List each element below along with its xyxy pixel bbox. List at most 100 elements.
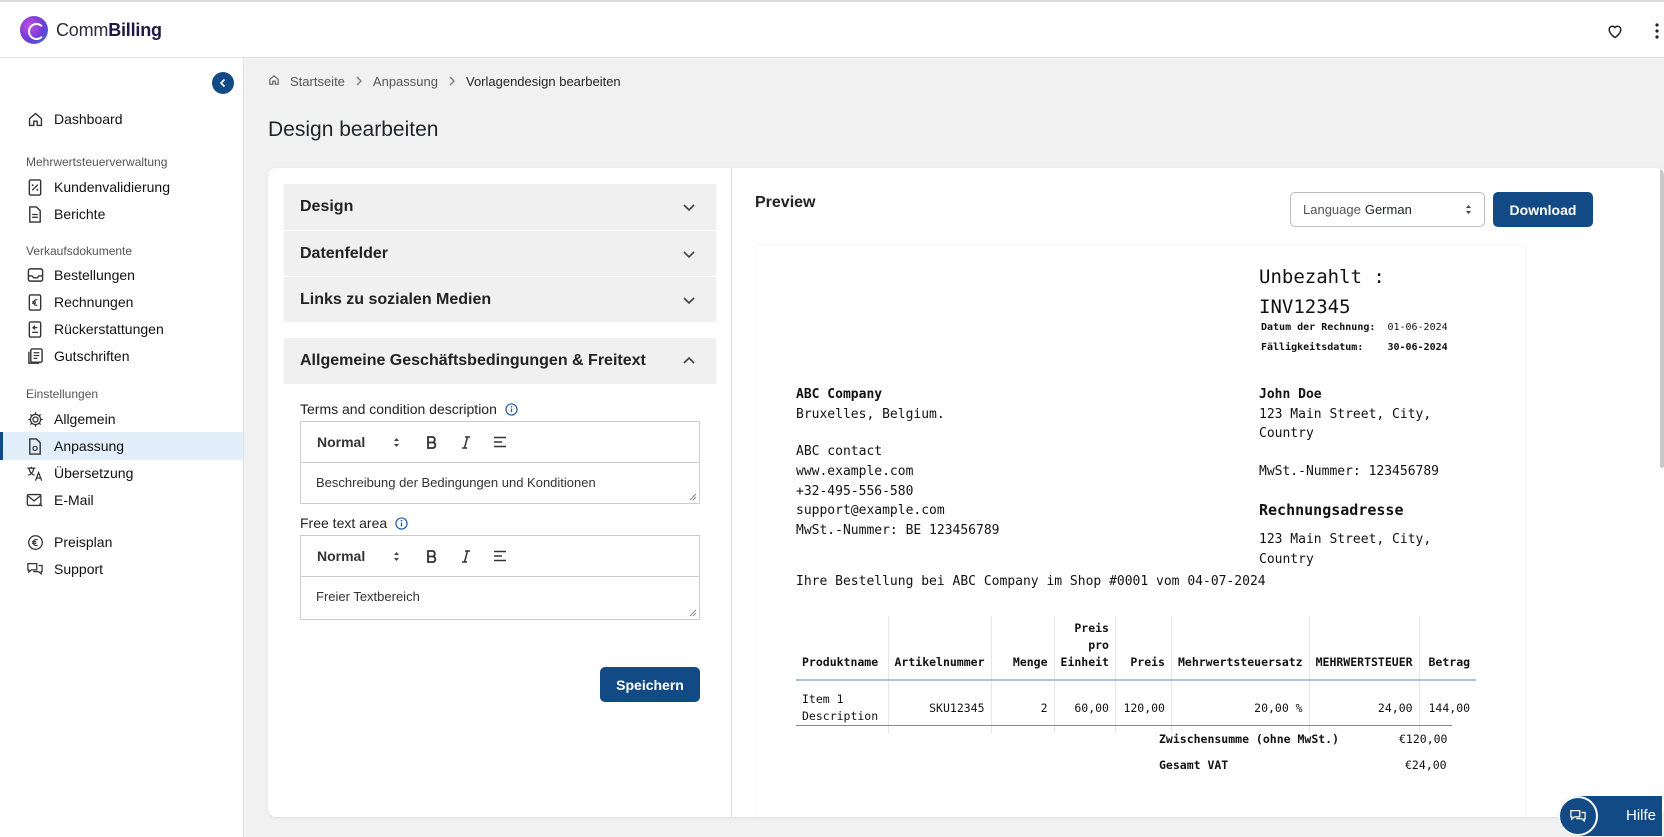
- col-unit-price-line: Einheit: [1060, 655, 1109, 669]
- editor-toolbar: Normal: [301, 536, 699, 577]
- invoice-euro-icon: [26, 293, 44, 311]
- accordion-title: Allgemeine Geschäftsbedingungen & Freite…: [300, 352, 646, 369]
- invoice-due-row: Fälligkeitsdatum: 30-06-2024: [1261, 342, 1448, 353]
- sidebar-item-label: Kundenvalidierung: [54, 179, 170, 195]
- invoice-preview: Unbezahlt : INV12345 Datum der Rechnung:…: [757, 246, 1525, 817]
- home-icon[interactable]: [268, 74, 280, 89]
- accordion-datenfelder[interactable]: Datenfelder: [284, 231, 716, 276]
- download-button[interactable]: Download: [1493, 192, 1593, 227]
- help-label: Hilfe: [1626, 807, 1657, 824]
- text-format-select[interactable]: Normal: [317, 548, 409, 564]
- vat-total-value: €24,00: [1405, 758, 1447, 772]
- sidebar-item-email[interactable]: E-Mail: [0, 486, 243, 514]
- settings-pane: Design Datenfelder Links zu sozialen Med…: [268, 168, 732, 817]
- free-text-area[interactable]: Freier Textbereich: [301, 577, 699, 619]
- info-icon[interactable]: [505, 402, 518, 416]
- sidebar-item-uebersetzung[interactable]: Übersetzung: [0, 459, 243, 487]
- align-left-icon: [494, 550, 506, 562]
- invoice-number: INV12345: [1259, 296, 1351, 318]
- sidebar-item-preisplan[interactable]: Preisplan: [0, 528, 243, 556]
- terms-text-area[interactable]: Beschreibung der Bedingungen und Konditi…: [301, 463, 699, 503]
- sidebar-item-label: Übersetzung: [54, 465, 134, 481]
- heart-icon[interactable]: [1604, 20, 1626, 42]
- sidebar-item-label: Gutschriften: [54, 348, 130, 364]
- breadcrumb-home[interactable]: Startseite: [290, 74, 345, 89]
- sidebar-item-label: Anpassung: [54, 438, 125, 454]
- italic-button[interactable]: [455, 431, 477, 453]
- save-button[interactable]: Speichern: [600, 667, 700, 702]
- sidebar-item-rechnungen[interactable]: Rechnungen: [0, 288, 243, 316]
- preview-pane: Preview Language German Download Unbezah…: [733, 168, 1664, 817]
- inbox-icon: [26, 266, 44, 284]
- text-format-select[interactable]: Normal: [317, 434, 409, 450]
- preview-title: Preview: [755, 194, 816, 211]
- preview-scrollbar[interactable]: [1660, 168, 1664, 468]
- seller-city: Bruxelles, Belgium.: [796, 407, 945, 422]
- col-unit-price-line: pro: [1088, 638, 1109, 652]
- cell-product-name: Item 1: [802, 692, 844, 706]
- format-value: Normal: [317, 434, 366, 450]
- terms-text-value: Beschreibung der Bedingungen und Konditi…: [316, 475, 596, 490]
- sidebar-item-anpassung[interactable]: Anpassung: [0, 432, 243, 460]
- sidebar-item-berichte[interactable]: Berichte: [0, 200, 243, 228]
- sidebar-item-dashboard[interactable]: Dashboard: [0, 105, 243, 133]
- bold-button[interactable]: [421, 545, 443, 567]
- language-select[interactable]: Language German: [1290, 192, 1485, 227]
- breadcrumb-parent[interactable]: Anpassung: [373, 74, 438, 89]
- chevron-down-icon: [683, 204, 695, 212]
- seller-name: ABC Company: [796, 387, 883, 402]
- bold-icon: [427, 435, 437, 449]
- sidebar-item-kundenvalidierung[interactable]: Kundenvalidierung: [0, 173, 243, 201]
- billing-address-line1: 123 Main Street, City,: [1259, 532, 1432, 547]
- terms-field-label: Terms and condition description: [300, 401, 518, 417]
- sidebar-item-support[interactable]: Support: [0, 555, 243, 583]
- sidebar-item-gutschriften[interactable]: Gutschriften: [0, 342, 243, 370]
- sidebar-item-label: Dashboard: [54, 111, 123, 127]
- invoice-due-label: Fälligkeitsdatum:: [1261, 342, 1364, 353]
- resize-handle-icon[interactable]: [689, 493, 697, 501]
- translate-icon: [26, 464, 44, 482]
- breadcrumb: Startseite Anpassung Vorlagendesign bear…: [268, 74, 621, 89]
- accordion-social-links[interactable]: Links zu sozialen Medien: [284, 277, 716, 322]
- align-button[interactable]: [489, 545, 511, 567]
- customize-document-icon: [26, 437, 44, 455]
- format-value: Normal: [317, 548, 366, 564]
- invoice-status: Unbezahlt : INV12345: [1259, 262, 1385, 322]
- order-reference-line: Ihre Bestellung bei ABC Company im Shop …: [796, 574, 1266, 589]
- italic-button[interactable]: [455, 545, 477, 567]
- sidebar-item-label: Support: [54, 561, 104, 577]
- page-title: Design bearbeiten: [268, 118, 439, 141]
- top-bar: CommBilling: [0, 0, 1664, 58]
- language-value: German: [1364, 202, 1412, 217]
- cell-product-desc: Description: [802, 709, 879, 723]
- sidebar-item-label: Bestellungen: [54, 267, 135, 283]
- vat-total-label: Gesamt VAT: [1159, 758, 1229, 772]
- sidebar-item-bestellungen[interactable]: Bestellungen: [0, 261, 243, 289]
- bold-button[interactable]: [421, 431, 443, 453]
- resize-handle-icon[interactable]: [689, 609, 697, 617]
- subtotal-value: €120,00: [1399, 732, 1448, 746]
- sidebar-item-rueckerstattungen[interactable]: Rückerstattungen: [0, 315, 243, 343]
- seller-phone: +32-495-556-580: [796, 484, 914, 499]
- accordion-design[interactable]: Design: [284, 184, 716, 230]
- sidebar-item-label: Rückerstattungen: [54, 321, 164, 337]
- more-vertical-icon[interactable]: [1646, 20, 1664, 42]
- chat-bubbles-icon: [26, 560, 44, 578]
- mail-icon: [26, 491, 44, 509]
- free-text-field-label: Free text area: [300, 515, 408, 531]
- align-button[interactable]: [489, 431, 511, 453]
- help-button[interactable]: Hilfe: [1558, 796, 1662, 836]
- collapse-sidebar-button[interactable]: [212, 72, 234, 94]
- app-logo[interactable]: CommBilling: [20, 16, 162, 44]
- chevron-right-icon: [355, 74, 363, 89]
- col-sku: Artikelnummer: [888, 616, 992, 681]
- sidebar: Dashboard Mehrwertsteuerverwaltung Kunde…: [0, 58, 244, 837]
- accordion-terms[interactable]: Allgemeine Geschäftsbedingungen & Freite…: [284, 338, 716, 384]
- sidebar-item-allgemein[interactable]: Allgemein: [0, 405, 243, 433]
- italic-icon: [462, 435, 470, 449]
- info-icon[interactable]: [395, 516, 408, 530]
- report-icon: [26, 205, 44, 223]
- italic-icon: [462, 549, 470, 563]
- chevron-down-icon: [683, 296, 695, 304]
- buyer-vat-number: MwSt.-Nummer: 123456789: [1259, 464, 1440, 479]
